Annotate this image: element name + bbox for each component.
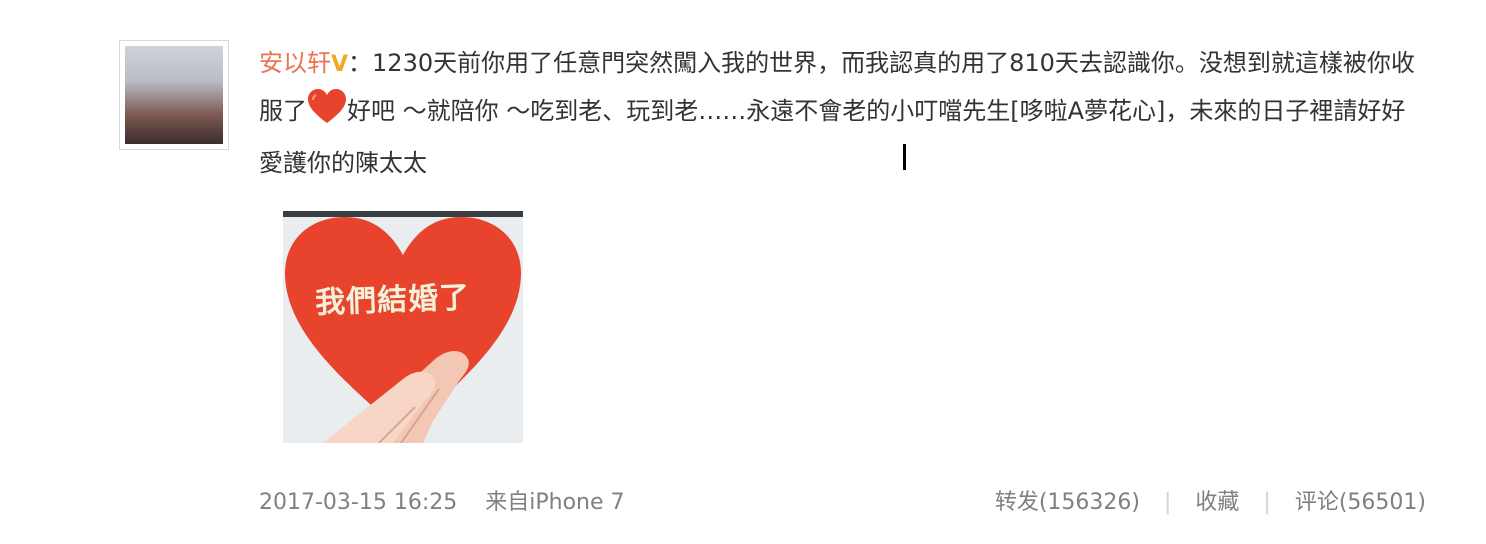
image-overlay-text: 我們結婚了 bbox=[314, 280, 471, 321]
repost-button[interactable]: 转发(156326) bbox=[995, 490, 1140, 515]
username-link[interactable]: 安以轩 bbox=[259, 49, 331, 77]
post-timestamp-link[interactable]: 2017-03-15 16:25 bbox=[259, 490, 457, 515]
post-image[interactable]: 我們結婚了 bbox=[283, 211, 523, 443]
avatar-image bbox=[125, 46, 223, 144]
action-separator: | bbox=[1263, 490, 1271, 515]
post-text-part2: 好吧 ～就陪你 ～吃到老、玩到老……永遠不會老的小叮噹先生[哆啦A夢花心]，未來… bbox=[259, 97, 1406, 177]
heart-shape-icon bbox=[285, 217, 521, 443]
comment-button[interactable]: 评论(56501) bbox=[1295, 490, 1426, 515]
red-heart-emoji-icon bbox=[307, 89, 347, 140]
post-content: 安以轩V：1230天前你用了任意門突然闖入我的世界，而我認真的用了810天去認識… bbox=[259, 40, 1429, 186]
post-actions: 转发(156326) | 收藏 | 评论(56501) bbox=[995, 484, 1426, 516]
action-separator: | bbox=[1163, 490, 1172, 515]
text-cursor bbox=[903, 144, 906, 170]
colon: ： bbox=[348, 49, 373, 77]
favorite-button[interactable]: 收藏 bbox=[1195, 490, 1239, 515]
post-meta: 2017-03-15 16:25 来自iPhone 7 bbox=[259, 484, 625, 516]
post-source: 来自iPhone 7 bbox=[485, 490, 625, 515]
vip-badge-icon[interactable]: V bbox=[331, 52, 348, 77]
user-avatar[interactable] bbox=[119, 40, 229, 150]
